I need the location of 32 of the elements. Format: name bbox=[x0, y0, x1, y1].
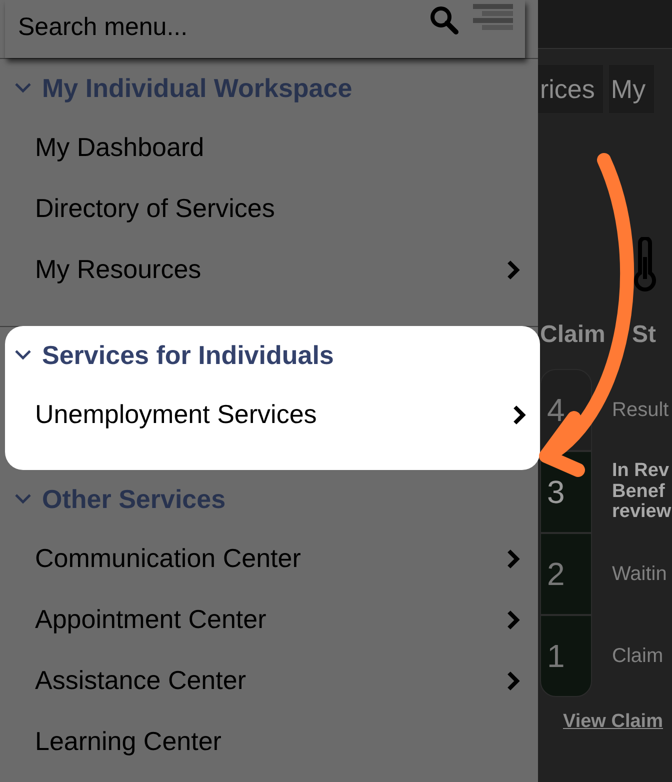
menu-item[interactable]: Assistance Center bbox=[0, 650, 538, 711]
chevron-down-icon bbox=[14, 82, 32, 94]
search-icon[interactable] bbox=[429, 5, 459, 35]
step-label: Waitin bbox=[612, 563, 667, 585]
tab[interactable]: My bbox=[608, 65, 654, 113]
section-heading: Claim St bbox=[540, 321, 658, 349]
menu-item[interactable]: Directory of Services bbox=[0, 178, 538, 239]
step-label: Result bbox=[612, 399, 669, 421]
chevron-right-icon bbox=[506, 608, 520, 630]
search-field[interactable]: Search menu... bbox=[18, 12, 429, 42]
menu-item[interactable]: Learning Center bbox=[0, 711, 538, 772]
chevron-right-icon bbox=[506, 258, 520, 280]
chevron-down-icon bbox=[14, 493, 32, 505]
thermometer-icon bbox=[632, 237, 658, 293]
chevron-down-icon bbox=[14, 349, 32, 361]
section-header[interactable]: My Individual Workspace bbox=[0, 59, 538, 117]
menu-item[interactable]: Appointment Center bbox=[0, 589, 538, 650]
menu-item[interactable]: My Resources bbox=[0, 239, 538, 300]
menu-item[interactable]: My Dashboard bbox=[0, 117, 538, 178]
step-label: In Rev Benef review bbox=[612, 460, 672, 524]
chevron-right-icon bbox=[512, 404, 526, 426]
chevron-right-icon bbox=[506, 670, 520, 692]
view-claim-link[interactable]: View Claim bbox=[563, 711, 672, 733]
step-number: 2 bbox=[540, 533, 592, 615]
section-header[interactable]: Other Services bbox=[0, 470, 538, 528]
menu-item[interactable]: Communication Center bbox=[0, 528, 538, 589]
menu-item[interactable]: Unemployment Services bbox=[5, 384, 540, 445]
step-label: Claim bbox=[612, 645, 664, 667]
chevron-right-icon bbox=[506, 548, 520, 570]
step-number: 1 bbox=[540, 615, 592, 697]
section-header[interactable]: Services for Individuals bbox=[5, 326, 540, 384]
tab[interactable]: rices bbox=[538, 65, 603, 113]
